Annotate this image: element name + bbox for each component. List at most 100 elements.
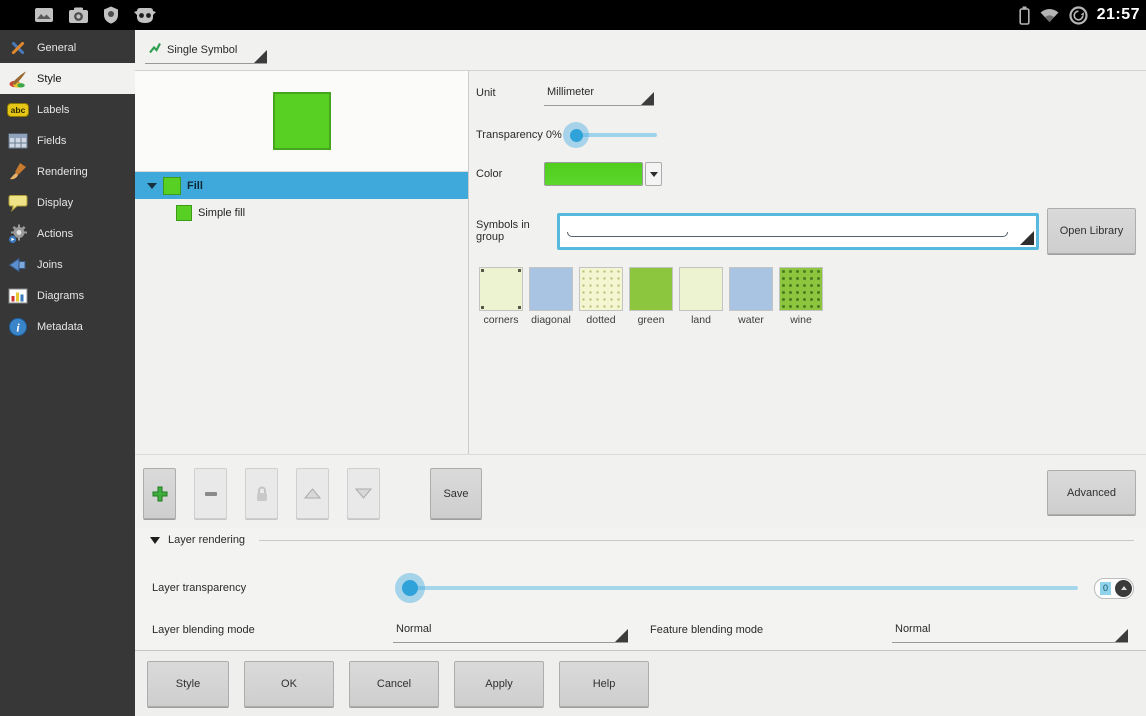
qgis-layer-properties-screen: 21:57 General Style abc Labels bbox=[0, 0, 1146, 716]
color-swatch-button[interactable] bbox=[544, 162, 643, 186]
sidebar-item-diagrams[interactable]: Diagrams bbox=[0, 280, 135, 311]
preset-water[interactable]: water bbox=[728, 267, 774, 326]
open-library-button[interactable]: Open Library bbox=[1047, 208, 1136, 254]
symbols-group-combobox[interactable] bbox=[557, 213, 1039, 250]
symbols-group-label: Symbols in group bbox=[476, 219, 557, 243]
cancel-button[interactable]: Cancel bbox=[349, 661, 439, 707]
layer-rendering-title: Layer rendering bbox=[168, 534, 245, 546]
labels-icon: abc bbox=[7, 100, 29, 120]
sidebar-item-label: Diagrams bbox=[37, 290, 84, 302]
spinbox-value: 0 bbox=[1100, 582, 1111, 595]
preset-land[interactable]: land bbox=[678, 267, 724, 326]
layer-transparency-spinbox[interactable]: 0 bbox=[1094, 578, 1134, 599]
layer-transparency-slider[interactable] bbox=[395, 572, 1078, 604]
sidebar-item-joins[interactable]: Joins bbox=[0, 249, 135, 280]
symbol-tree-panel: Fill Simple fill bbox=[135, 71, 468, 454]
preset-dotted[interactable]: dotted bbox=[578, 267, 624, 326]
preset-swatch bbox=[779, 267, 823, 311]
sidebar-item-rendering[interactable]: Rendering bbox=[0, 156, 135, 187]
slider-track[interactable] bbox=[411, 586, 1078, 590]
preset-diagonal[interactable]: diagonal bbox=[528, 267, 574, 326]
sidebar-item-label: Fields bbox=[37, 135, 66, 147]
shield-icon bbox=[103, 6, 119, 24]
rendering-icon bbox=[7, 162, 29, 182]
move-up-button[interactable] bbox=[296, 468, 329, 519]
renderer-type-spinner[interactable]: Single Symbol bbox=[145, 37, 267, 64]
feature-blending-value: Normal bbox=[895, 623, 930, 635]
style-menu-label: Style bbox=[176, 678, 200, 690]
status-bar: 21:57 bbox=[0, 0, 1146, 30]
symbol-preview bbox=[135, 71, 468, 172]
ok-button[interactable]: OK bbox=[244, 661, 334, 707]
advanced-button[interactable]: Advanced bbox=[1047, 470, 1136, 515]
spinbox-stepper-icon[interactable] bbox=[1115, 580, 1132, 597]
save-symbol-button[interactable]: Save bbox=[430, 468, 482, 519]
color-dropdown-button[interactable] bbox=[645, 162, 662, 186]
fill-swatch-icon bbox=[163, 177, 181, 195]
sidebar-item-actions[interactable]: Actions bbox=[0, 218, 135, 249]
collapse-triangle-icon bbox=[150, 537, 160, 544]
header-rule bbox=[259, 540, 1134, 541]
preset-wine[interactable]: wine bbox=[778, 267, 824, 326]
sidebar-item-labels[interactable]: abc Labels bbox=[0, 94, 135, 125]
preset-swatch bbox=[679, 267, 723, 311]
add-symbol-layer-button[interactable] bbox=[143, 468, 176, 519]
preset-corners[interactable]: corners bbox=[478, 267, 524, 326]
remove-symbol-layer-button[interactable] bbox=[194, 468, 227, 519]
move-down-button[interactable] bbox=[347, 468, 380, 519]
sidebar-item-label: Labels bbox=[37, 104, 69, 116]
unit-value: Millimeter bbox=[547, 86, 594, 98]
expander-icon[interactable] bbox=[147, 183, 157, 189]
help-button[interactable]: Help bbox=[559, 661, 649, 707]
symbol-options-panel: Unit Millimeter Transparency 0% bbox=[469, 71, 1146, 454]
renderer-bar: Single Symbol bbox=[135, 30, 1146, 70]
preset-swatch bbox=[529, 267, 573, 311]
layer-blending-label: Layer blending mode bbox=[147, 624, 393, 636]
lock-layer-button[interactable] bbox=[245, 468, 278, 519]
preset-green[interactable]: green bbox=[628, 267, 674, 326]
symbol-presets-list: corners diagonal dotted green bbox=[476, 267, 1136, 326]
apply-button[interactable]: Apply bbox=[454, 661, 544, 707]
color-label: Color bbox=[476, 168, 544, 180]
apply-label: Apply bbox=[485, 678, 513, 690]
unit-spinner[interactable]: Millimeter bbox=[544, 79, 654, 106]
sidebar-item-display[interactable]: Display bbox=[0, 187, 135, 218]
sync-icon bbox=[1069, 6, 1088, 25]
open-library-label: Open Library bbox=[1060, 225, 1124, 237]
single-symbol-icon bbox=[148, 41, 162, 58]
tree-row-simple-fill[interactable]: Simple fill bbox=[135, 199, 468, 226]
feature-blending-spinner[interactable]: Normal bbox=[892, 616, 1128, 643]
display-icon bbox=[7, 193, 29, 213]
sidebar-item-fields[interactable]: Fields bbox=[0, 125, 135, 156]
tree-row-fill[interactable]: Fill bbox=[135, 172, 468, 199]
svg-text:abc: abc bbox=[11, 105, 26, 115]
tools-icon bbox=[7, 38, 29, 58]
camera-icon bbox=[68, 7, 89, 24]
advanced-label: Advanced bbox=[1067, 487, 1116, 499]
symbol-preview-swatch bbox=[273, 92, 331, 150]
layer-blending-spinner[interactable]: Normal bbox=[393, 616, 628, 643]
chevron-down-icon bbox=[650, 172, 658, 177]
remove-icon bbox=[204, 491, 218, 497]
symbols-group-row: Symbols in group Open Library bbox=[476, 208, 1136, 254]
tree-row-label: Simple fill bbox=[198, 207, 245, 219]
sidebar-item-metadata[interactable]: i Metadata bbox=[0, 311, 135, 342]
slider-thumb[interactable] bbox=[570, 129, 583, 142]
transparency-slider[interactable] bbox=[562, 120, 657, 150]
joins-icon bbox=[7, 255, 29, 275]
sidebar-item-label: Joins bbox=[37, 259, 63, 271]
sidebar-item-style[interactable]: Style bbox=[0, 63, 135, 94]
preset-name: corners bbox=[483, 314, 518, 326]
wifi-icon bbox=[1039, 7, 1060, 23]
style-menu-button[interactable]: Style bbox=[147, 661, 229, 707]
metadata-icon: i bbox=[7, 317, 29, 337]
help-label: Help bbox=[593, 678, 616, 690]
sidebar-item-label: Metadata bbox=[37, 321, 83, 333]
layer-blending-value: Normal bbox=[396, 623, 431, 635]
sidebar-item-general[interactable]: General bbox=[0, 32, 135, 63]
move-up-icon bbox=[304, 488, 321, 499]
symbol-layer-tree: Fill Simple fill bbox=[135, 172, 468, 454]
slider-thumb[interactable] bbox=[402, 580, 418, 596]
color-row: Color bbox=[476, 162, 1136, 186]
layer-rendering-header[interactable]: Layer rendering bbox=[147, 534, 1134, 546]
